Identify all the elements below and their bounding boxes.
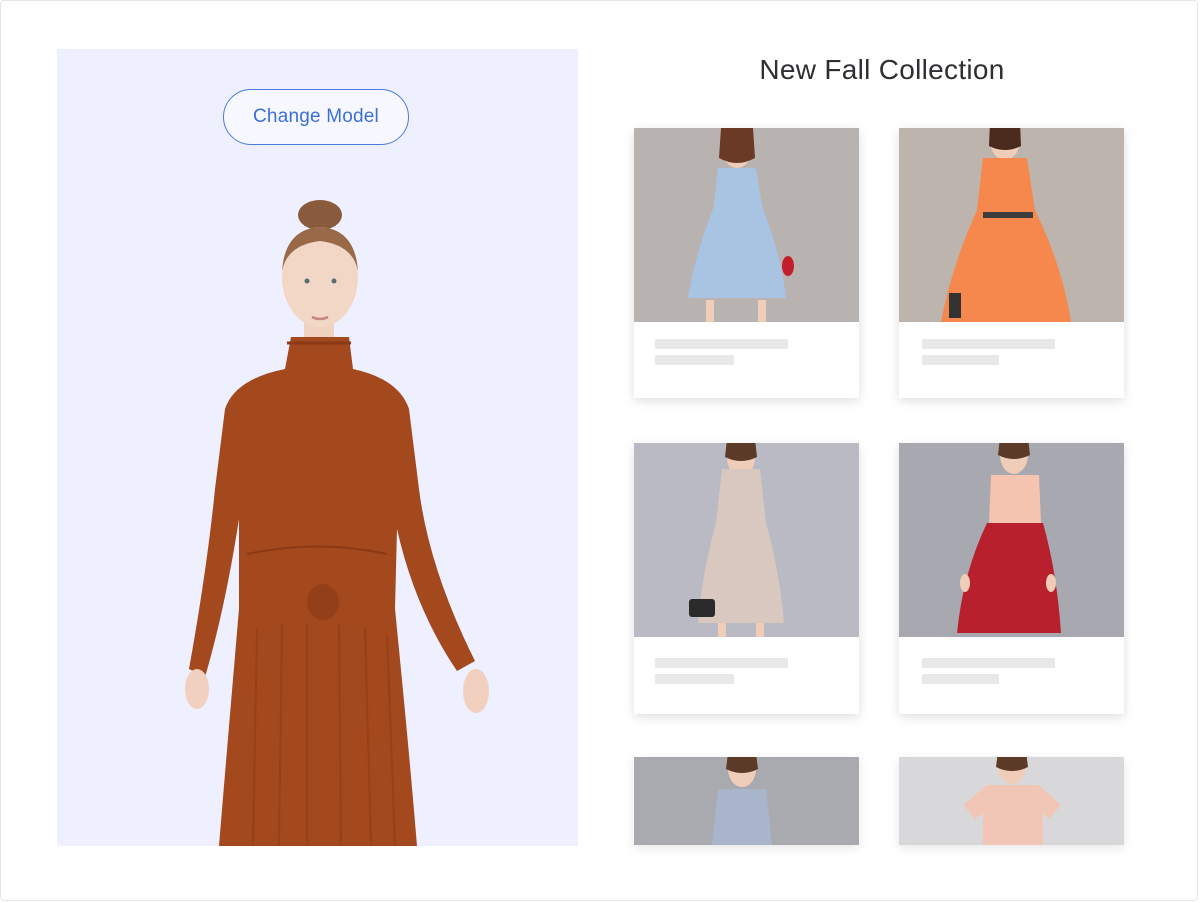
product-card[interactable] (899, 128, 1124, 398)
product-name-placeholder (922, 658, 1055, 668)
product-image (634, 128, 859, 322)
product-price-placeholder (655, 674, 734, 684)
product-name-placeholder (922, 339, 1055, 349)
product-image (899, 757, 1124, 845)
product-card[interactable] (899, 757, 1124, 845)
product-price-placeholder (922, 355, 999, 365)
model-image (185, 200, 489, 846)
change-model-button[interactable]: Change Model (223, 89, 409, 145)
product-card[interactable] (899, 443, 1124, 714)
product-card[interactable] (634, 443, 859, 714)
product-name-placeholder (655, 339, 788, 349)
model-preview-panel: Change Model (57, 49, 578, 846)
product-name-placeholder (655, 658, 788, 668)
product-price-placeholder (655, 355, 734, 365)
product-image (634, 757, 859, 845)
product-image (899, 443, 1124, 637)
collection-title: New Fall Collection (759, 54, 1005, 85)
product-card[interactable] (634, 757, 859, 845)
product-price-placeholder (922, 674, 999, 684)
product-image (634, 443, 859, 637)
product-card[interactable] (634, 128, 859, 398)
product-image (899, 128, 1124, 322)
